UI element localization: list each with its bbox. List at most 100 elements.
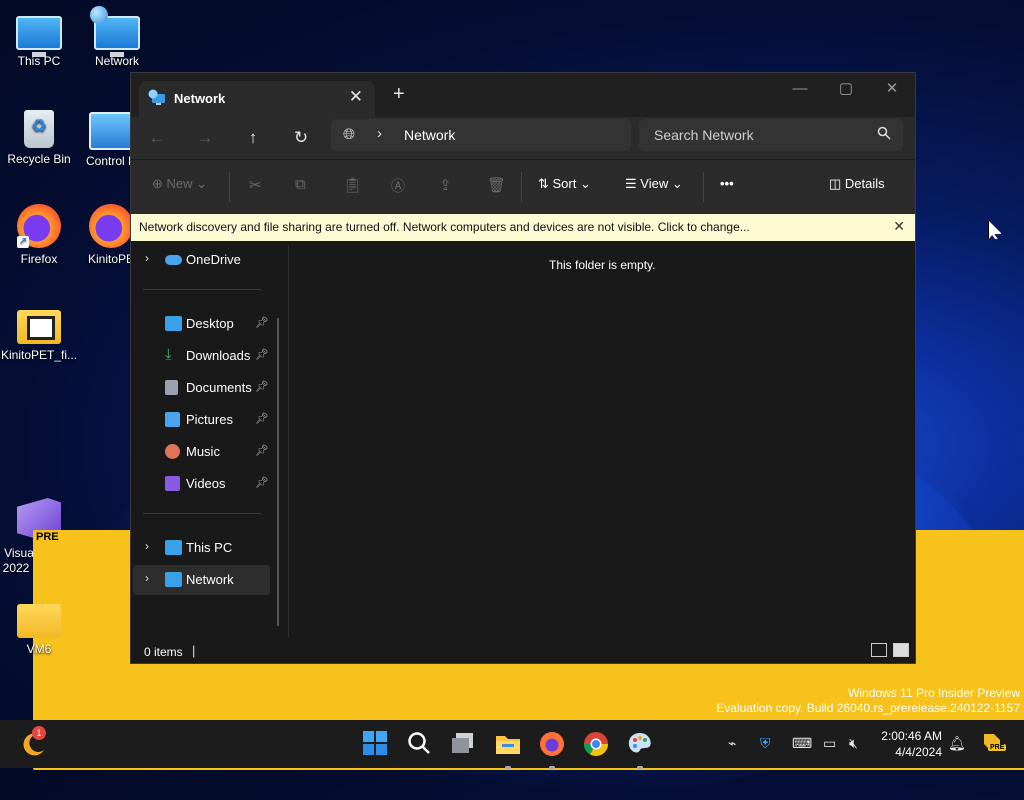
pin-icon[interactable]: 📌︎ <box>255 380 269 393</box>
desktop-icon-firefox[interactable]: ↗ Firefox <box>0 204 78 267</box>
tab-network[interactable]: Network ✕ <box>139 81 375 117</box>
details-button[interactable]: ◫ Details <box>829 176 885 192</box>
security-shield-icon[interactable]: ⛨ <box>760 735 771 752</box>
desktop-icon-recycle-bin[interactable]: Recycle Bin <box>0 106 78 167</box>
file-explorer-window: Network ✕ + — ▢ ✕ ← → ↑ ↻ 🌐︎ › Network S… <box>130 72 916 664</box>
back-arrow-icon[interactable]: ← <box>144 125 170 151</box>
search-box[interactable]: Search Network <box>639 119 903 151</box>
taskbar-paint[interactable] <box>626 730 654 769</box>
large-icons-view-icon[interactable] <box>893 643 909 657</box>
sidebar-item-downloads[interactable]: ⤓ Downloads 📌︎ <box>133 341 270 371</box>
navigation-pane-scrollbar[interactable] <box>277 318 279 626</box>
cut-icon[interactable]: ✂ <box>249 176 262 194</box>
sidebar-item-desktop[interactable]: Desktop 📌︎ <box>133 309 270 339</box>
videos-icon <box>165 476 180 491</box>
close-infobar-icon[interactable]: ✕ <box>893 218 905 235</box>
keyboard-icon[interactable]: ⌨ <box>792 735 812 752</box>
monitor-icon <box>16 16 62 57</box>
details-label: Details <box>844 176 885 191</box>
share-icon[interactable]: ⇪ <box>439 176 452 194</box>
view-button[interactable]: ☰ View ⌄ <box>625 176 683 192</box>
desktop-icon-this-pc[interactable]: This PC <box>0 8 78 69</box>
minimize-button[interactable]: — <box>777 75 823 105</box>
title-bar[interactable]: Network ✕ + — ▢ ✕ <box>131 73 915 117</box>
file-explorer-icon <box>496 736 520 754</box>
sidebar-item-label: Videos <box>186 476 226 491</box>
network-discovery-infobar[interactable]: Network discovery and file sharing are t… <box>131 214 915 241</box>
pane-splitter[interactable] <box>288 245 289 637</box>
desktop-icon-network[interactable]: Network <box>78 6 156 69</box>
sidebar-item-music[interactable]: Music 📌︎ <box>133 437 270 467</box>
globe-icon: 🌐︎ <box>343 126 356 143</box>
sidebar-item-documents[interactable]: Documents 📌︎ <box>133 373 270 403</box>
shortcut-arrow-icon: ↗ <box>17 236 29 248</box>
more-options-button[interactable]: ••• <box>720 176 734 191</box>
sidebar-item-videos[interactable]: Videos 📌︎ <box>133 469 270 499</box>
refresh-icon[interactable]: ↻ <box>288 125 314 151</box>
expand-chevron-icon[interactable]: › <box>145 251 149 265</box>
firefox-icon <box>540 732 564 756</box>
pin-icon[interactable]: 📌︎ <box>255 444 269 457</box>
breadcrumb-network[interactable]: Network <box>404 127 455 143</box>
desktop-icon-vm6[interactable]: VM6 <box>0 596 78 657</box>
navigation-bar: ← → ↑ ↻ 🌐︎ › Network Search Network <box>131 117 915 159</box>
clock-date: 4/4/2024 <box>895 745 942 759</box>
taskbar-search-button[interactable] <box>406 730 434 758</box>
details-view-icon[interactable] <box>871 643 887 657</box>
watermark-build: Evaluation copy. Build 26040.rs_prerelea… <box>716 701 1020 715</box>
volume-muted-icon[interactable]: 🔇︎ <box>849 735 858 752</box>
network-disconnected-icon[interactable]: ⌁ <box>728 735 736 752</box>
copilot-preview-button[interactable]: PRE <box>980 730 1008 758</box>
taskbar-chrome[interactable] <box>582 730 610 758</box>
desktop-icon-kinitopet-folder[interactable]: KinitoPET_fi... <box>0 302 78 363</box>
forward-arrow-icon[interactable]: → <box>192 125 218 151</box>
notification-bell-icon[interactable]: 🔔︎ <box>948 735 966 752</box>
address-bar[interactable]: 🌐︎ › Network <box>331 119 631 151</box>
taskbar-file-explorer[interactable] <box>494 730 522 769</box>
item-count: 0 items <box>144 645 183 659</box>
sidebar-item-this-pc[interactable]: › This PC <box>133 533 270 563</box>
separator <box>229 172 230 202</box>
display-network-icon[interactable]: ▭ <box>823 735 836 752</box>
music-icon <box>165 444 180 459</box>
desktop-icon <box>165 316 182 331</box>
pin-icon[interactable]: 📌︎ <box>255 476 269 489</box>
monitor-icon <box>165 540 182 555</box>
up-arrow-icon[interactable]: ↑ <box>240 125 266 151</box>
sidebar-item-network[interactable]: › Network <box>133 565 270 595</box>
sidebar-item-label: Desktop <box>186 316 234 331</box>
pin-icon[interactable]: 📌︎ <box>255 412 269 425</box>
new-tab-button[interactable]: + <box>393 83 405 106</box>
rename-icon[interactable]: Ⓐ <box>391 176 405 196</box>
delete-icon[interactable]: 🗑︎ <box>487 176 506 194</box>
sidebar-item-label: Music <box>186 444 220 459</box>
new-button[interactable]: ⊕ New ⌄ <box>152 176 207 192</box>
tab-label: Network <box>174 91 226 106</box>
view-label: View <box>640 176 669 191</box>
expand-chevron-icon[interactable]: › <box>145 539 149 553</box>
widgets-button[interactable]: 1 <box>20 726 48 758</box>
clock[interactable]: 2:00:46 AM 4/4/2024 <box>872 728 942 760</box>
sort-button[interactable]: ⇅ Sort ⌄ <box>538 176 591 192</box>
start-button[interactable] <box>362 730 390 758</box>
chevron-right-icon[interactable]: › <box>377 125 382 142</box>
sidebar-item-label: Downloads <box>186 348 251 363</box>
close-button[interactable]: ✕ <box>869 75 915 105</box>
paste-icon[interactable]: 📋︎ <box>343 176 362 194</box>
infobar-message[interactable]: Network discovery and file sharing are t… <box>139 220 750 234</box>
task-view-button[interactable] <box>450 730 478 758</box>
taskbar-firefox[interactable] <box>538 730 566 769</box>
desktop-icon-label: VM6 <box>26 642 52 656</box>
sidebar-item-onedrive[interactable]: › OneDrive <box>133 245 270 275</box>
search-input[interactable]: Search Network <box>654 127 754 143</box>
pin-icon[interactable]: 📌︎ <box>255 348 269 361</box>
sidebar-item-label: This PC <box>186 540 233 555</box>
close-tab-icon[interactable]: ✕ <box>349 87 363 107</box>
desktop-icon-label: Recycle Bin <box>7 152 71 166</box>
expand-chevron-icon[interactable]: › <box>145 571 149 585</box>
maximize-button[interactable]: ▢ <box>823 75 869 105</box>
sidebar-item-label: Network <box>186 572 234 587</box>
pin-icon[interactable]: 📌︎ <box>255 316 269 329</box>
copy-icon[interactable]: ⧉ <box>295 176 306 193</box>
sidebar-item-pictures[interactable]: Pictures 📌︎ <box>133 405 270 435</box>
